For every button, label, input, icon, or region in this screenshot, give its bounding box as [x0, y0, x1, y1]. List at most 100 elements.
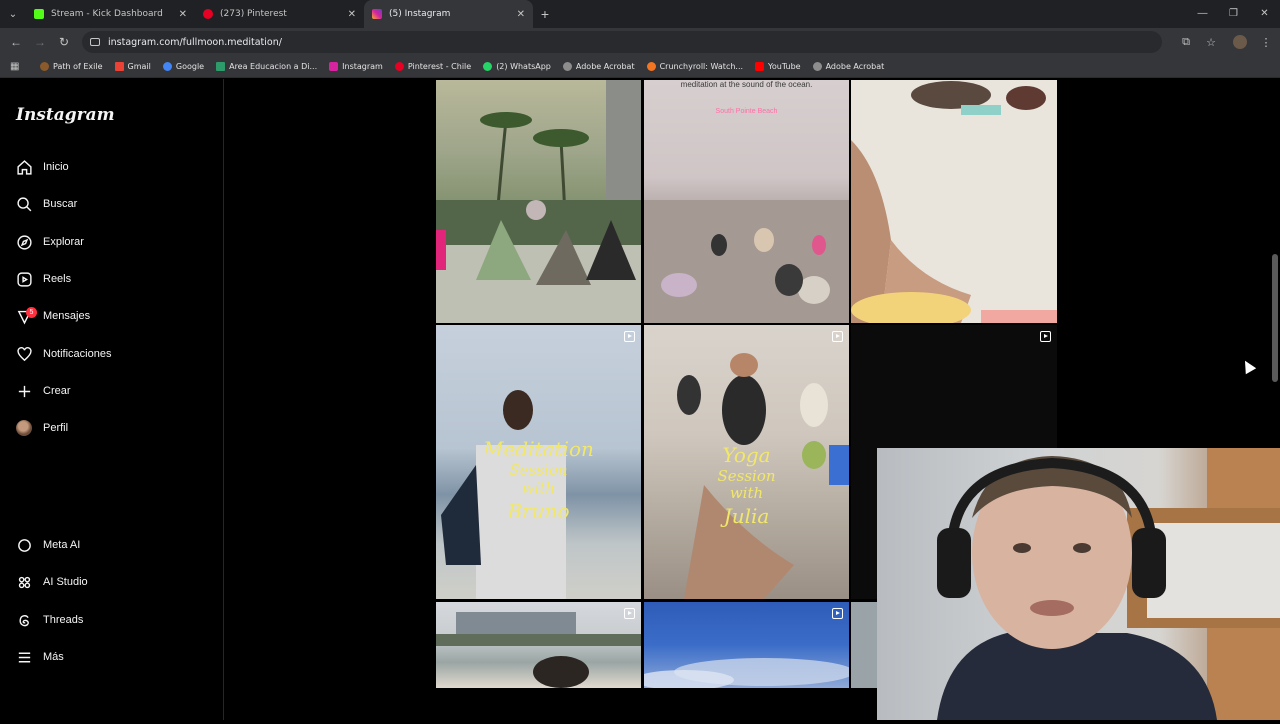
bookmark-favicon-icon: [40, 62, 49, 71]
nav-label: Meta AI: [43, 539, 81, 551]
nav-label: Crear: [43, 385, 71, 397]
bookmark-item[interactable]: Adobe Acrobat: [562, 62, 635, 71]
profile-avatar[interactable]: [1233, 35, 1247, 49]
browser-menu-icon[interactable]: ⋮: [1255, 36, 1277, 49]
whatsapp-icon: [483, 62, 493, 71]
bookmark-item[interactable]: (2) WhatsApp: [483, 62, 551, 71]
mouse-cursor-icon: [1239, 357, 1257, 375]
reel-icon: [624, 608, 635, 619]
beach-stretch-image: [851, 81, 1057, 323]
profile-avatar-image: [16, 420, 32, 436]
tab-instagram[interactable]: (5) Instagram ✕: [364, 0, 533, 28]
bookmark-item[interactable]: Area Educacion a Di...: [216, 62, 317, 71]
close-window-icon[interactable]: ✕: [1249, 0, 1280, 28]
close-tab-icon[interactable]: ✕: [179, 9, 187, 20]
bookmark-item[interactable]: Path of Exile: [40, 62, 103, 71]
nav-label: AI Studio: [43, 576, 88, 588]
overlay-with: with: [729, 484, 764, 502]
overlay-subtitle: Session: [717, 467, 776, 485]
nav-label: Más: [43, 651, 64, 663]
bookmark-star-icon[interactable]: ☆: [1200, 36, 1222, 49]
instagram-sidebar: Instagram Inicio Buscar Explorar Reels 5…: [0, 79, 224, 720]
post-thumbnail[interactable]: [436, 80, 641, 323]
address-bar[interactable]: instagram.com/fullmoon.meditation/: [82, 31, 1162, 53]
bookmark-item[interactable]: Crunchyroll: Watch...: [646, 62, 744, 71]
bookmark-label: Pinterest - Chile: [407, 62, 472, 71]
apps-grid-icon[interactable]: ▦: [10, 61, 24, 72]
pinterest-icon: [394, 62, 404, 71]
minimize-icon[interactable]: —: [1187, 0, 1218, 28]
post-thumbnail[interactable]: [644, 602, 849, 688]
scrollbar-thumb[interactable]: [1272, 254, 1278, 382]
tab-kick[interactable]: Stream - Kick Dashboard ✕: [26, 0, 195, 28]
tab-title: (273) Pinterest: [220, 9, 287, 19]
site-info-icon[interactable]: [90, 38, 100, 46]
compass-icon: [14, 232, 34, 252]
nav-notificaciones[interactable]: Notificaciones: [14, 340, 111, 368]
toolbar-actions: ⧉ ☆ ⋮: [1175, 28, 1280, 56]
beach-meditation-image: [644, 200, 849, 323]
bookmark-label: Adobe Acrobat: [575, 62, 635, 71]
nav-reels[interactable]: Reels: [14, 265, 71, 293]
close-tab-icon[interactable]: ✕: [517, 9, 525, 20]
bookmark-label: Crunchyroll: Watch...: [659, 62, 744, 71]
ai-studio-icon: [14, 572, 34, 592]
kick-favicon-icon: [34, 9, 44, 19]
bookmark-item[interactable]: YouTube: [755, 62, 801, 71]
bookmark-favicon-icon: [216, 62, 226, 71]
tab-pinterest[interactable]: (273) Pinterest ✕: [195, 0, 364, 28]
window-controls: — ❐ ✕: [1187, 0, 1280, 28]
bookmark-item[interactable]: Google: [162, 62, 204, 71]
webcam-overlay: [877, 448, 1280, 720]
post-thumbnail[interactable]: Yoga Session with Julia: [644, 325, 849, 599]
nav-mensajes[interactable]: 5 Mensajes: [14, 302, 90, 330]
nav-crear[interactable]: Crear: [14, 377, 71, 405]
bookmark-item[interactable]: Adobe Acrobat: [812, 62, 885, 71]
meta-ai-icon: [14, 535, 34, 555]
nav-threads[interactable]: Threads: [14, 606, 83, 634]
nav-buscar[interactable]: Buscar: [14, 190, 77, 218]
search-icon: [14, 194, 34, 214]
nav-label: Perfil: [43, 422, 69, 434]
post-thumbnail[interactable]: [851, 80, 1057, 323]
instagram-logo[interactable]: Instagram: [16, 105, 115, 125]
bookmark-label: Adobe Acrobat: [825, 62, 885, 71]
cast-icon[interactable]: ⧉: [1175, 36, 1197, 49]
tab-title: Stream - Kick Dashboard: [51, 9, 163, 19]
bookmark-item[interactable]: Instagram: [329, 62, 383, 71]
close-tab-icon[interactable]: ✕: [348, 9, 356, 20]
post-thumbnail[interactable]: Meditation Session with Bruno: [436, 325, 641, 599]
reel-icon: [832, 331, 843, 342]
post-thumbnail[interactable]: [851, 602, 877, 688]
bookmark-item[interactable]: Gmail: [114, 62, 151, 71]
instagram-favicon-icon: [372, 9, 382, 19]
new-tab-button[interactable]: +: [533, 6, 557, 22]
tab-search-icon[interactable]: ⌄: [0, 0, 26, 28]
avatar: [14, 418, 34, 438]
overlay-name: Julia: [723, 504, 770, 528]
nav-label: Mensajes: [43, 310, 91, 322]
nav-meta-ai[interactable]: Meta AI: [14, 531, 80, 559]
youtube-icon: [755, 62, 765, 71]
nav-mas[interactable]: Más: [14, 643, 64, 671]
reload-icon[interactable]: ↻: [52, 35, 76, 49]
nav-ai-studio[interactable]: AI Studio: [14, 568, 88, 596]
threads-icon: [14, 610, 34, 630]
restore-icon[interactable]: ❐: [1218, 0, 1249, 28]
forward-icon[interactable]: →: [28, 35, 52, 49]
nav-perfil[interactable]: Perfil: [14, 414, 68, 442]
post-thumbnail[interactable]: [436, 602, 641, 688]
bookmark-item[interactable]: Pinterest - Chile: [394, 62, 472, 71]
menu-icon: [14, 647, 34, 667]
reel-icon: [624, 331, 635, 342]
notification-badge: 5: [26, 307, 37, 318]
back-icon[interactable]: ←: [4, 35, 28, 49]
overlay-title: Yoga: [722, 443, 771, 467]
page-scrollbar[interactable]: [1272, 84, 1278, 724]
nav-label: Buscar: [43, 198, 78, 210]
nav-explorar[interactable]: Explorar: [14, 228, 84, 256]
nav-inicio[interactable]: Inicio: [14, 153, 69, 181]
bookmark-label: Gmail: [127, 62, 151, 71]
post-thumbnail[interactable]: meditation at the sound of the ocean. So…: [644, 80, 849, 323]
overlay-title: Meditation: [483, 437, 594, 461]
